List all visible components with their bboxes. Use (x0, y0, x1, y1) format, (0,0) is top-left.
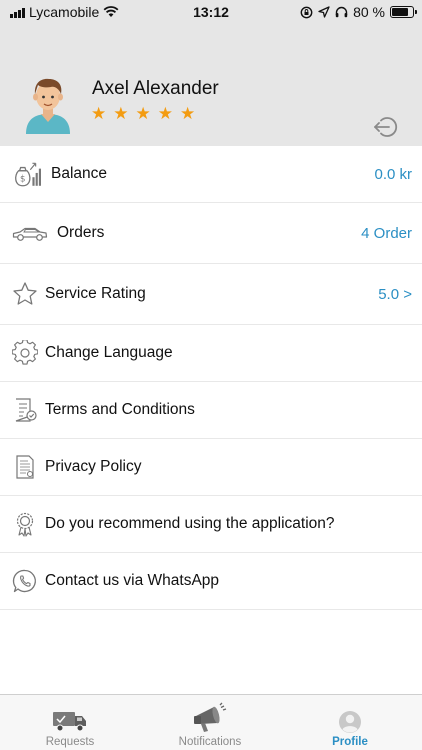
document-check-icon (15, 398, 37, 422)
signal-icon (10, 7, 25, 18)
rating-star-icon: ★ (180, 104, 196, 124)
menu-label-recommend: Do you recommend using the application? (45, 515, 335, 532)
status-left: Lycamobile (10, 4, 119, 20)
carrier-name: Lycamobile (29, 4, 100, 20)
menu-label-service-rating: Service Rating (45, 285, 146, 302)
orientation-lock-icon (300, 6, 313, 18)
tab-bar: Requests Notifications Profile (0, 694, 422, 750)
menu-item-orders[interactable]: Orders 4 Order (0, 203, 422, 264)
whatsapp-icon (12, 569, 36, 593)
rating-star-icon: ★ (113, 104, 129, 124)
menu-label-balance: Balance (51, 165, 108, 182)
truck-icon (53, 712, 86, 732)
rating-star-icon: ★ (91, 104, 107, 124)
rating-star-icon: ★ (135, 104, 151, 124)
tab-label-profile: Profile (332, 736, 368, 748)
menu-item-privacy[interactable]: Privacy Policy (0, 439, 422, 496)
car-icon (12, 227, 48, 241)
menu-item-terms[interactable]: Terms and Conditions (0, 382, 422, 439)
menu-label-terms: Terms and Conditions (45, 401, 195, 418)
menu-label-orders: Orders (57, 224, 105, 241)
tab-notifications[interactable]: Notifications (170, 695, 250, 750)
user-icon (339, 711, 361, 733)
menu-label-change-language: Change Language (45, 344, 173, 361)
megaphone-icon (194, 702, 227, 732)
svg-text:$: $ (20, 175, 25, 185)
menu-item-recommend[interactable]: Do you recommend using the application? (0, 496, 422, 553)
menu-item-change-language[interactable]: Change Language (0, 325, 422, 382)
orders-value: 4 Order (361, 224, 412, 242)
profile-header: Axel Alexander ★ ★ ★ ★ ★ (0, 24, 422, 146)
headphones-icon (335, 6, 348, 18)
rating-star-icon: ★ (157, 104, 173, 124)
rating-stars: ★ ★ ★ ★ ★ (91, 106, 195, 123)
menu-item-whatsapp[interactable]: Contact us via WhatsApp (0, 553, 422, 610)
logout-icon[interactable] (372, 114, 398, 140)
status-right: 80 % (300, 4, 417, 20)
menu-item-balance[interactable]: $ Balance 0.0 kr (0, 146, 422, 203)
service-rating-value: 5.0 > (378, 285, 412, 303)
balance-value: 0.0 kr (374, 165, 412, 183)
star-outline-icon (13, 282, 37, 305)
battery-percent: 80 % (353, 4, 385, 20)
profile-menu: $ Balance 0.0 kr Orders 4 Order Service … (0, 146, 422, 610)
gear-icon (12, 340, 38, 365)
tab-requests[interactable]: Requests (30, 695, 110, 750)
award-badge-icon (16, 512, 34, 537)
wifi-icon (103, 6, 119, 17)
battery-icon (390, 6, 417, 18)
avatar-icon (26, 78, 70, 134)
menu-label-privacy: Privacy Policy (45, 458, 142, 475)
tab-profile[interactable]: Profile (310, 695, 390, 750)
money-bag-icon: $ (15, 162, 41, 187)
menu-label-whatsapp: Contact us via WhatsApp (45, 572, 220, 589)
profile-name: Axel Alexander (92, 78, 219, 99)
menu-item-service-rating[interactable]: Service Rating 5.0 > (0, 264, 422, 325)
tab-label-notifications: Notifications (178, 736, 242, 748)
tab-label-requests: Requests (45, 736, 95, 748)
status-bar: Lycamobile 13:12 80 % (0, 0, 422, 24)
document-icon (16, 455, 34, 479)
location-icon (318, 6, 330, 18)
